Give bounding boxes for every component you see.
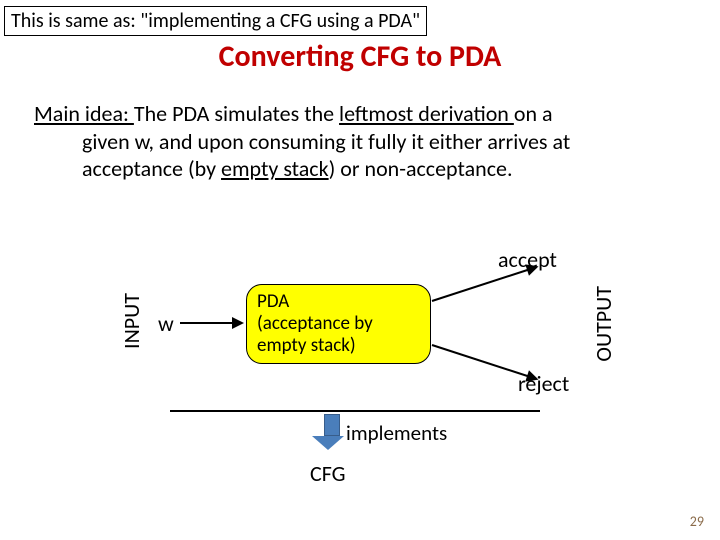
pda-line3: empty stack) [257,335,420,357]
idea-lead: Main idea: [34,100,134,127]
arrow-w-to-pda [180,322,242,324]
down-arrow-icon [320,414,344,450]
divider-line [170,410,540,412]
input-label: INPUT [118,293,145,349]
page-number: 29 [690,513,704,530]
w-label: w [158,310,174,337]
reject-label: reject [518,370,569,397]
idea-line3: acceptance (by empty stack) or non-accep… [34,155,686,183]
idea-p1: The PDA simulates the [134,100,339,127]
slide-title: Converting CFG to PDA [0,38,720,75]
idea-line2: given w, and upon consuming it fully it … [34,128,686,156]
pda-line1: PDA [257,291,420,313]
idea-line1: Main idea: The PDA simulates the leftmos… [34,100,686,128]
main-idea-paragraph: Main idea: The PDA simulates the leftmos… [34,100,686,183]
flow-diagram: INPUT w PDA (acceptance by empty stack) … [0,250,720,450]
idea-u1: leftmost derivation [339,100,514,127]
note-box: This is same as: "implementing a CFG usi… [4,6,427,36]
pda-box: PDA (acceptance by empty stack) [246,284,431,364]
idea-l3b: ) or non-acceptance. [329,155,513,182]
pda-line2: (acceptance by [257,313,420,335]
idea-p2: on a [514,100,553,127]
accept-label: accept [498,246,557,273]
implements-label: implements [346,420,447,446]
cfg-label: CFG [310,460,346,487]
output-label: OUTPUT [590,286,617,362]
note-text: This is same as: "implementing a CFG usi… [11,9,420,33]
idea-u2: empty stack [221,155,329,182]
idea-l3a: acceptance (by [82,155,221,182]
